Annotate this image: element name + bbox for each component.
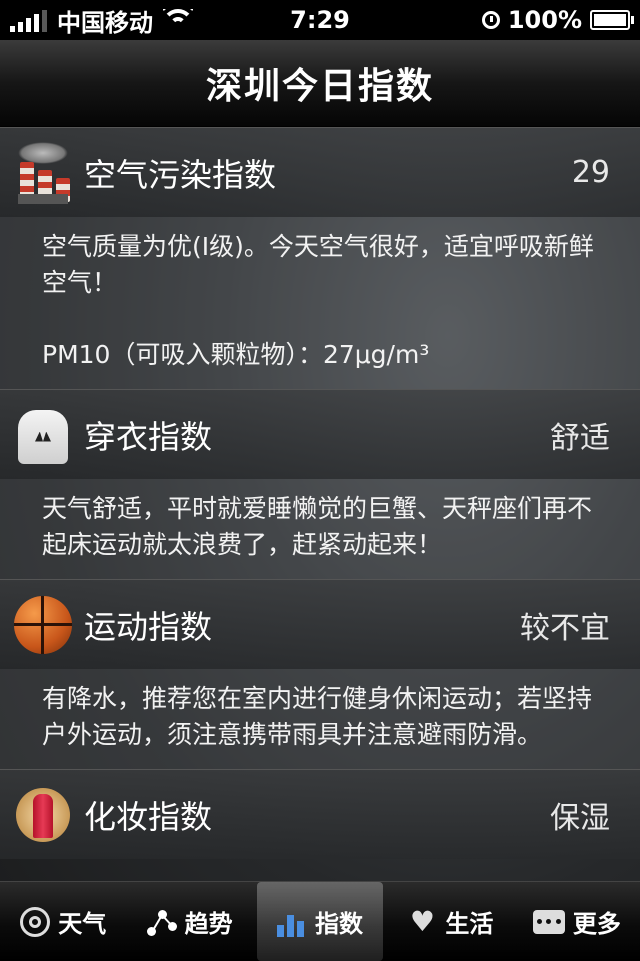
- section-makeup[interactable]: 化妆指数 保湿: [0, 769, 640, 859]
- tab-label: 天气: [58, 910, 107, 938]
- section-value: 舒适: [550, 420, 610, 456]
- signal-strength-icon: [10, 8, 47, 32]
- heart-icon: ♥: [409, 904, 435, 938]
- hoodie-icon: [12, 404, 74, 466]
- tab-label: 生活: [445, 910, 494, 938]
- section-title: 运动指数: [84, 607, 213, 646]
- battery-icon: [590, 10, 634, 30]
- page-title: 深圳今日指数: [205, 66, 434, 107]
- battery-percent: 100%: [507, 6, 582, 34]
- factory-icon: [12, 141, 74, 204]
- weather-icon: [20, 906, 51, 937]
- tab-weather[interactable]: 天气: [0, 882, 126, 961]
- section-value: 较不宜: [520, 610, 610, 646]
- pm10-text: PM10（可吸入颗粒物）：27μg/m³: [42, 340, 430, 369]
- tab-bar: 天气 趋势 指数 ♥ 生活 更多: [0, 881, 640, 961]
- wifi-icon: [163, 9, 193, 31]
- description-text: 有降水，推荐您在室内进行健身休闲运动；若坚持户外运动，须注意携带雨具并注意避雨防…: [42, 684, 593, 749]
- section-title: 空气污染指数: [84, 155, 277, 194]
- navigation-bar: 深圳今日指数: [0, 40, 640, 127]
- tab-trend[interactable]: 趋势: [126, 882, 252, 961]
- tab-more[interactable]: 更多: [514, 882, 640, 961]
- index-bars-icon: [277, 907, 307, 937]
- tab-life[interactable]: ♥ 生活: [387, 882, 513, 961]
- section-header[interactable]: 运动指数 较不宜: [0, 580, 640, 669]
- description-text: 天气舒适，平时就爱睡懒觉的巨蟹、天秤座们再不起床运动就太浪费了，赶紧动起来！: [42, 494, 593, 559]
- description-text: 空气质量为优(I级)。今天空气很好，适宜呼吸新鲜空气！: [42, 232, 594, 297]
- section-description: 空气质量为优(I级)。今天空气很好，适宜呼吸新鲜空气！ PM10（可吸入颗粒物）…: [0, 217, 640, 389]
- tab-label: 趋势: [184, 910, 233, 938]
- index-list[interactable]: 空气污染指数 29 空气质量为优(I级)。今天空气很好，适宜呼吸新鲜空气！ PM…: [0, 127, 640, 881]
- section-header[interactable]: 穿衣指数 舒适: [0, 390, 640, 479]
- tab-label: 指数: [315, 910, 364, 938]
- trend-icon: [146, 907, 177, 937]
- tab-index[interactable]: 指数: [256, 882, 384, 961]
- alarm-clock-icon: [481, 11, 500, 29]
- tab-label: 更多: [572, 910, 621, 938]
- section-value: 保湿: [550, 800, 610, 836]
- basketball-icon: [12, 594, 74, 656]
- lipstick-icon: [12, 784, 74, 846]
- section-header[interactable]: 化妆指数 保湿: [0, 770, 640, 859]
- section-air-pollution[interactable]: 空气污染指数 29 空气质量为优(I级)。今天空气很好，适宜呼吸新鲜空气！ PM…: [0, 127, 640, 389]
- section-title: 化妆指数: [84, 797, 213, 836]
- section-value: 29: [571, 155, 610, 190]
- section-description: 有降水，推荐您在室内进行健身休闲运动；若坚持户外运动，须注意携带雨具并注意避雨防…: [0, 669, 640, 769]
- section-sports[interactable]: 运动指数 较不宜 有降水，推荐您在室内进行健身休闲运动；若坚持户外运动，须注意携…: [0, 579, 640, 769]
- status-bar: 中国移动 7:29 100%: [0, 0, 640, 40]
- section-header[interactable]: 空气污染指数 29: [0, 128, 640, 217]
- section-description: 天气舒适，平时就爱睡懒觉的巨蟹、天秤座们再不起床运动就太浪费了，赶紧动起来！: [0, 479, 640, 579]
- section-title: 穿衣指数: [84, 417, 213, 456]
- carrier-label: 中国移动: [57, 8, 153, 37]
- more-icon: [532, 909, 565, 934]
- section-clothing[interactable]: 穿衣指数 舒适 天气舒适，平时就爱睡懒觉的巨蟹、天秤座们再不起床运动就太浪费了，…: [0, 389, 640, 579]
